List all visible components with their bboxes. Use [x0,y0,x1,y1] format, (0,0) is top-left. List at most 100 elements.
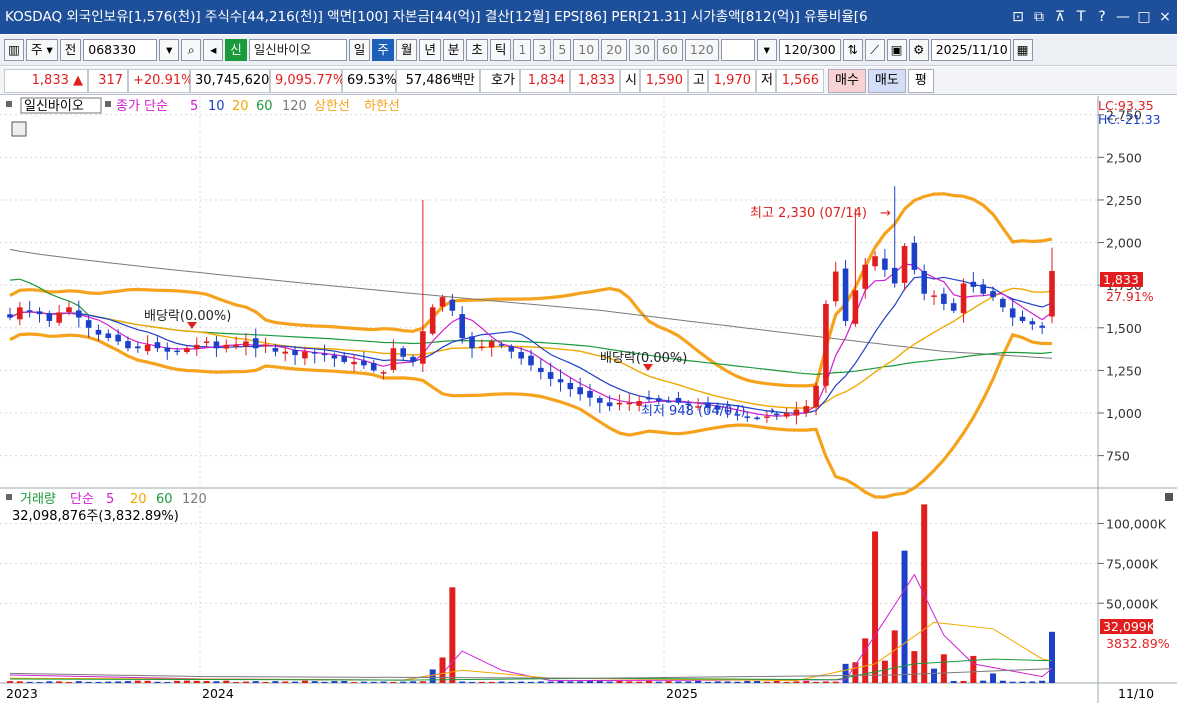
maximize-icon[interactable]: □ [1137,0,1151,34]
candle-body [921,270,928,294]
stock-name-field[interactable]: 일신바이오 [248,39,347,61]
candle-body [754,417,760,420]
close-icon[interactable]: × [1158,0,1172,34]
window-controls: ⊡ ⧉ ⊼ T ? — □ × [999,0,1177,34]
volume-bar [124,681,131,683]
pin-icon[interactable]: ⊼ [1053,0,1067,34]
period-tab-day[interactable]: 일 [348,39,371,61]
compare-icon[interactable]: ⇅ [842,39,863,61]
volume-bar [734,681,741,683]
ask-price-1: 1,834 [520,68,570,93]
volume-bar [763,681,770,683]
candle-body [832,271,839,302]
candle-body [941,293,947,304]
candle-body [213,341,220,349]
interval-10[interactable]: 10 [573,39,600,61]
volume-bar [183,680,190,683]
volume-bar [1009,681,1016,683]
popout-icon[interactable]: ⧉ [1032,0,1046,34]
stock-code-input[interactable]: 068330 [83,39,158,61]
date-input[interactable]: 2025/11/10 [930,39,1011,61]
open-price: 1,590 [640,68,688,93]
candle-body [400,348,407,357]
candle-body [606,402,613,407]
candle-body [311,352,318,354]
search-icon[interactable]: ⌕ [181,39,202,61]
volume-bar [193,680,200,683]
volume-bar [400,681,407,683]
legend-volume-ma20: 20 [130,492,147,507]
gear-icon[interactable]: ⚙ [908,39,929,61]
period-tab-month[interactable]: 월 [395,39,418,61]
candle-body [891,267,898,284]
volume-bar [419,681,426,683]
code-dropdown-icon[interactable]: ▾ [159,39,180,61]
bar-count-input[interactable]: 120/300 [778,39,841,61]
stock-chart-svg[interactable]: 7501,0001,2501,5001,7502,0002,2502,5002,… [0,96,1177,703]
calendar-icon[interactable]: ▦ [1012,39,1033,61]
period-tab-minute[interactable]: 분 [442,39,465,61]
buy-button[interactable]: 매수 [828,68,866,93]
candle-body [115,334,121,342]
volume-bar [754,681,761,683]
candle-body [459,314,465,339]
font-icon[interactable]: T [1074,0,1088,34]
speaker-icon[interactable]: ◂ [203,39,224,61]
period-tab-tick[interactable]: 틱 [489,39,512,61]
period-tab-week[interactable]: 주 [372,39,394,61]
interval-custom-input[interactable] [720,39,755,61]
period-tab-second[interactable]: 초 [466,39,488,61]
interval-1[interactable]: 1 [513,39,532,61]
volume-bar [65,682,72,683]
help-icon[interactable]: ? [1095,0,1109,34]
candle-body [361,360,367,366]
candle-body [292,350,298,356]
candle-body [125,341,131,349]
interval-3[interactable]: 3 [533,39,552,61]
legend-volume-ma120: 120 [182,492,207,507]
layout-icon[interactable]: ▥ [4,39,24,61]
x-label-last-date: 11/10 [1118,686,1154,701]
table-icon[interactable] [11,121,27,137]
minimize-icon[interactable]: — [1116,0,1130,34]
interval-60[interactable]: 60 [656,39,683,61]
candle-body [302,351,308,359]
volume-bar [360,681,367,683]
price-tick-label: 1,250 [1106,363,1142,378]
candle-body [1039,325,1045,328]
volume-bar [528,681,534,683]
trend-icon[interactable]: ⟋ [864,39,885,61]
volume-tick-label: 75,000K [1106,556,1159,571]
period-type-select[interactable]: 주 ▾ [26,39,58,61]
legend-volume-ma60: 60 [156,492,173,507]
volume-bar [645,680,652,683]
candle-body [498,344,505,346]
interval-30[interactable]: 30 [629,39,655,61]
volume-value: 30,745,620 [190,68,270,93]
sell-button[interactable]: 매도 [867,68,906,93]
candle-body [174,350,180,353]
volume-bar [292,681,299,683]
volume-bar [616,680,623,683]
ask-price-2: 1,833 [570,68,620,93]
candle-body [813,385,819,408]
interval-dropdown-icon[interactable]: ▾ [756,39,777,61]
candle-body [1009,308,1016,318]
interval-20[interactable]: 20 [601,39,628,61]
legend-lower-band: 하한선 [364,99,400,114]
chart-area[interactable]: 7501,0001,2501,5001,7502,0002,2502,5002,… [0,96,1177,703]
evaluate-button[interactable]: 평 [907,68,934,93]
volume-bar [272,681,279,683]
volume-panel-close-icon[interactable] [1165,493,1173,501]
period-tab-year[interactable]: 년 [419,39,441,61]
previous-button[interactable]: 전 [59,39,82,61]
high-arrow-icon: → [880,206,891,221]
interval-120[interactable]: 120 [684,39,719,61]
candle-body [439,297,446,307]
candle-body [26,310,33,312]
volume-bar [832,681,839,683]
interval-5[interactable]: 5 [553,39,572,61]
restore-icon[interactable]: ⊡ [1011,0,1025,34]
save-icon[interactable]: ▣ [886,39,907,61]
candle-body [370,363,377,371]
